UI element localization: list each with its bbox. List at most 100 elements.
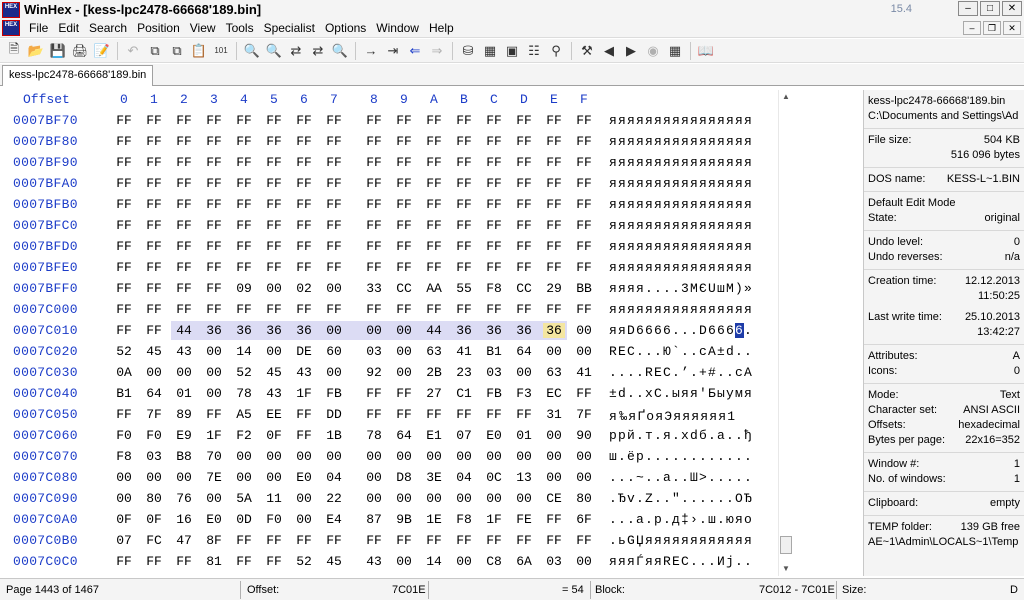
hex-byte[interactable]: 1E bbox=[423, 512, 445, 527]
menu-specialist[interactable]: Specialist bbox=[259, 20, 320, 37]
hex-byte[interactable]: FF bbox=[323, 533, 345, 548]
hex-byte[interactable]: 14 bbox=[423, 554, 445, 569]
next-icon[interactable]: ▶ bbox=[620, 41, 642, 61]
hex-byte[interactable]: E9 bbox=[173, 428, 195, 443]
hex-byte[interactable]: FF bbox=[573, 239, 595, 254]
hex-byte[interactable]: 63 bbox=[543, 365, 565, 380]
hex-byte[interactable]: 29 bbox=[543, 281, 565, 296]
hex-byte[interactable]: FF bbox=[453, 113, 475, 128]
hex-byte[interactable]: 31 bbox=[543, 407, 565, 422]
hex-byte[interactable]: FF bbox=[363, 533, 385, 548]
hex-byte[interactable]: FF bbox=[363, 176, 385, 191]
goto-offset-icon[interactable]: → bbox=[360, 41, 382, 61]
hex-byte[interactable]: FF bbox=[543, 134, 565, 149]
hex-row[interactable]: 0007BF70 FF FF FF FF FF FF FF FF FF FF FF FF FF FF FF FF… bbox=[0, 110, 778, 131]
hex-byte[interactable]: FF bbox=[143, 302, 165, 317]
hex-row[interactable]: 0007C040 B1 64 01 00 78 43 1F FB FF FF 27 C1 FB F3 EC FF… bbox=[0, 383, 778, 404]
calculator-icon[interactable]: ☷ bbox=[523, 41, 545, 61]
hex-byte[interactable]: 63 bbox=[423, 344, 445, 359]
hex-byte[interactable]: FF bbox=[203, 260, 225, 275]
hex-byte[interactable]: FF bbox=[543, 218, 565, 233]
hex-byte[interactable]: 52 bbox=[293, 554, 315, 569]
hex-byte[interactable]: FF bbox=[513, 197, 535, 212]
hex-byte[interactable]: 00 bbox=[143, 365, 165, 380]
hex-byte[interactable]: FF bbox=[173, 197, 195, 212]
hex-byte[interactable]: 00 bbox=[453, 449, 475, 464]
hex-row[interactable]: 0007BFD0 FF FF FF FF FF FF FF FF FF FF FF FF FF FF FF FF… bbox=[0, 236, 778, 257]
hex-byte[interactable]: 52 bbox=[233, 365, 255, 380]
hex-byte[interactable]: 00 bbox=[543, 428, 565, 443]
hex-byte[interactable]: AA bbox=[423, 281, 445, 296]
hex-byte[interactable]: FF bbox=[233, 302, 255, 317]
minimize-button[interactable]: – bbox=[958, 1, 978, 16]
ascii-text[interactable]: яяяЃяяREC...Иj.. bbox=[609, 554, 753, 569]
ascii-text[interactable]: яяяяяяяяяяяяяяяя bbox=[609, 239, 753, 254]
hex-byte[interactable]: B1 bbox=[483, 344, 505, 359]
hex-byte[interactable]: 36 bbox=[513, 323, 535, 338]
prev-icon[interactable]: ◀ bbox=[598, 41, 620, 61]
hex-byte[interactable]: 00 bbox=[513, 449, 535, 464]
hex-row[interactable]: 0007C0A0 0F 0F 16 E0 0D F0 00 E4 87 9B 1E F8 1F FE FF 6F… bbox=[0, 509, 778, 530]
hex-byte[interactable]: FF bbox=[453, 176, 475, 191]
hex-byte[interactable]: FF bbox=[513, 533, 535, 548]
hex-byte[interactable]: FF bbox=[453, 155, 475, 170]
hex-byte[interactable]: FF bbox=[393, 155, 415, 170]
hex-byte[interactable]: 36 bbox=[453, 323, 475, 338]
hex-byte[interactable]: 14 bbox=[233, 344, 255, 359]
hex-byte[interactable]: 81 bbox=[203, 554, 225, 569]
hex-byte[interactable]: 04 bbox=[453, 470, 475, 485]
menu-options[interactable]: Options bbox=[320, 20, 371, 37]
hex-byte[interactable]: FF bbox=[363, 407, 385, 422]
hex-byte[interactable]: FF bbox=[263, 176, 285, 191]
replace-text-icon[interactable]: ⇄ bbox=[285, 41, 307, 61]
hex-byte[interactable]: F0 bbox=[143, 428, 165, 443]
hex-byte[interactable]: 33 bbox=[363, 281, 385, 296]
hex-byte[interactable]: B8 bbox=[173, 449, 195, 464]
hex-byte[interactable]: 22 bbox=[323, 491, 345, 506]
hex-byte[interactable]: CC bbox=[513, 281, 535, 296]
hex-byte[interactable]: FF bbox=[143, 176, 165, 191]
forward-icon[interactable]: ⇒ bbox=[426, 41, 448, 61]
hex-byte[interactable]: FF bbox=[143, 218, 165, 233]
hex-byte[interactable]: FF bbox=[483, 533, 505, 548]
hex-byte[interactable]: F0 bbox=[263, 512, 285, 527]
ascii-text[interactable]: REC...Ю`..cA±d.. bbox=[609, 344, 753, 359]
hex-byte[interactable]: FB bbox=[323, 386, 345, 401]
hex-byte[interactable]: 9B bbox=[393, 512, 415, 527]
hex-byte[interactable]: FF bbox=[513, 407, 535, 422]
hex-byte[interactable]: FF bbox=[453, 302, 475, 317]
hex-byte[interactable]: FF bbox=[483, 302, 505, 317]
hex-byte[interactable]: FF bbox=[293, 218, 315, 233]
hex-byte[interactable]: FF bbox=[143, 113, 165, 128]
hex-byte[interactable]: 03 bbox=[143, 449, 165, 464]
hex-byte[interactable]: FF bbox=[453, 407, 475, 422]
hex-byte[interactable]: FF bbox=[113, 239, 135, 254]
hex-byte[interactable]: DE bbox=[293, 344, 315, 359]
hex-byte[interactable]: FF bbox=[263, 554, 285, 569]
hex-byte[interactable]: FF bbox=[293, 533, 315, 548]
hex-byte[interactable]: 00 bbox=[393, 449, 415, 464]
hex-byte[interactable]: FF bbox=[513, 155, 535, 170]
hex-byte[interactable]: 00 bbox=[233, 470, 255, 485]
hex-byte[interactable]: FF bbox=[543, 260, 565, 275]
hex-byte[interactable]: 00 bbox=[393, 365, 415, 380]
hex-byte[interactable]: 00 bbox=[203, 386, 225, 401]
hex-byte[interactable]: 00 bbox=[263, 281, 285, 296]
hex-byte[interactable]: 0C bbox=[483, 470, 505, 485]
hex-byte[interactable]: FF bbox=[173, 155, 195, 170]
copy-block-icon[interactable]: ⧉ bbox=[166, 41, 188, 61]
tools-icon[interactable]: ⚒ bbox=[576, 41, 598, 61]
hex-byte[interactable]: FF bbox=[393, 239, 415, 254]
hex-byte[interactable]: FF bbox=[513, 239, 535, 254]
hex-byte[interactable]: 6A bbox=[513, 554, 535, 569]
hex-byte[interactable]: FF bbox=[423, 218, 445, 233]
hex-byte[interactable]: FF bbox=[453, 218, 475, 233]
hex-byte[interactable]: FF bbox=[293, 155, 315, 170]
ascii-text[interactable]: яяяяяяяяяяяяяяяя bbox=[609, 218, 753, 233]
hex-byte[interactable]: 8F bbox=[203, 533, 225, 548]
hex-byte[interactable]: 00 bbox=[393, 344, 415, 359]
menu-window[interactable]: Window bbox=[371, 20, 424, 37]
hex-byte[interactable]: FF bbox=[483, 176, 505, 191]
hex-editor[interactable]: Offset 0123456789ABCDEF 0007BF70 FF FF FF FF… bbox=[0, 88, 778, 576]
ascii-text[interactable]: ±d..xC.ыяя'Быумя bbox=[609, 386, 753, 401]
